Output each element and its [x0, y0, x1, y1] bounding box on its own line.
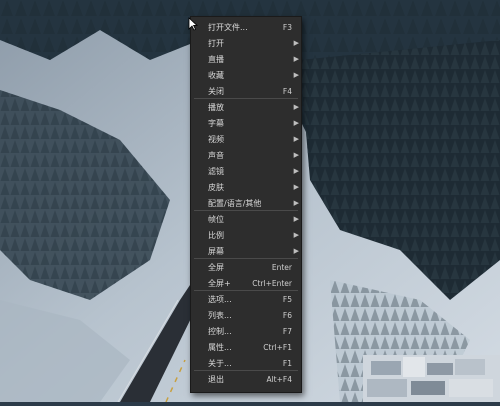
menu-item-15[interactable]: 屏幕 ▶: [191, 244, 301, 259]
context-menu: 打开文件... F3 打开 ▶ 直播 ▶ 收藏 ▶ 关闭 F4 播放 ▶ 字幕 ▶ 视频 ▶ 声音 ▶ 滤镜 ▶ 皮肤 ▶…: [190, 16, 302, 393]
submenu-arrow-icon: ▶: [293, 167, 299, 175]
menu-item-14[interactable]: 比例 ▶: [191, 228, 301, 243]
menu-item-19[interactable]: 列表... F6: [191, 308, 301, 323]
menu-item-label: 全屏+: [208, 279, 231, 288]
submenu-arrow-icon: ▶: [293, 135, 299, 143]
submenu-arrow-icon: ▶: [293, 39, 299, 47]
menu-item-11[interactable]: 皮肤 ▶: [191, 180, 301, 195]
menu-item-label: 退出: [208, 375, 224, 384]
submenu-arrow-icon: ▶: [293, 231, 299, 239]
menu-item-label: 关闭: [208, 87, 224, 96]
menu-item-label: 字幕: [208, 119, 224, 128]
separator-5: [194, 370, 298, 371]
menu-item-shortcut: F4: [282, 87, 292, 96]
separator-1: [194, 98, 298, 99]
menu-item-21[interactable]: 属性... Ctrl+F1: [191, 340, 301, 355]
mouse-cursor-icon: [188, 16, 199, 35]
menu-item-18[interactable]: 选项... F5: [191, 292, 301, 307]
menu-item-label: 配置/语言/其他: [208, 199, 262, 208]
menu-item-13[interactable]: 帧位 ▶: [191, 212, 301, 227]
menu-item-shortcut: Alt+F4: [266, 375, 292, 384]
menu-item-label: 全屏: [208, 263, 224, 272]
menu-item-label: 播放: [208, 103, 224, 112]
submenu-arrow-icon: ▶: [293, 55, 299, 63]
submenu-arrow-icon: ▶: [293, 215, 299, 223]
separator-3: [194, 258, 298, 259]
menu-item-label: 列表...: [208, 311, 232, 320]
submenu-arrow-icon: ▶: [293, 71, 299, 79]
submenu-arrow-icon: ▶: [293, 247, 299, 255]
menu-item-label: 控制...: [208, 327, 232, 336]
menu-item-label: 屏幕: [208, 247, 224, 256]
menu-item-22[interactable]: 关于... F1: [191, 356, 301, 371]
menu-item-label: 声音: [208, 151, 224, 160]
menu-item-label: 滤镜: [208, 167, 224, 176]
menu-item-shortcut: Ctrl+F1: [263, 343, 292, 352]
menu-item-label: 直播: [208, 55, 224, 64]
menu-item-shortcut: F1: [282, 359, 292, 368]
menu-item-label: 打开: [208, 39, 224, 48]
menu-item-shortcut: Ctrl+Enter: [252, 279, 292, 288]
menu-item-20[interactable]: 控制... F7: [191, 324, 301, 339]
menu-item-label: 收藏: [208, 71, 224, 80]
submenu-arrow-icon: ▶: [293, 151, 299, 159]
menu-item-17[interactable]: 全屏+ Ctrl+Enter: [191, 276, 301, 291]
menu-item-label: 帧位: [208, 215, 224, 224]
menu-item-3[interactable]: 直播 ▶: [191, 52, 301, 67]
menu-item-6[interactable]: 播放 ▶: [191, 100, 301, 115]
menu-item-label: 打开文件...: [208, 23, 248, 32]
separator-4: [194, 290, 298, 291]
menu-item-label: 比例: [208, 231, 224, 240]
menu-item-label: 皮肤: [208, 183, 224, 192]
menu-item-9[interactable]: 声音 ▶: [191, 148, 301, 163]
menu-item-4[interactable]: 收藏 ▶: [191, 68, 301, 83]
menu-item-10[interactable]: 滤镜 ▶: [191, 164, 301, 179]
menu-item-shortcut: F3: [282, 23, 292, 32]
menu-item-shortcut: Enter: [271, 263, 292, 272]
menu-item-shortcut: F6: [282, 311, 292, 320]
menu-item-2[interactable]: 打开 ▶: [191, 36, 301, 51]
menu-item-shortcut: F5: [282, 295, 292, 304]
submenu-arrow-icon: ▶: [293, 183, 299, 191]
menu-item-1[interactable]: 打开文件... F3: [191, 20, 301, 35]
separator-2: [194, 210, 298, 211]
menu-item-5[interactable]: 关闭 F4: [191, 84, 301, 99]
menu-item-16[interactable]: 全屏 Enter: [191, 260, 301, 275]
menu-item-12[interactable]: 配置/语言/其他 ▶: [191, 196, 301, 211]
menu-item-label: 选项...: [208, 295, 232, 304]
submenu-arrow-icon: ▶: [293, 103, 299, 111]
submenu-arrow-icon: ▶: [293, 119, 299, 127]
submenu-arrow-icon: ▶: [293, 199, 299, 207]
mosaic-watermark: [363, 355, 500, 402]
menu-item-label: 关于...: [208, 359, 232, 368]
menu-item-8[interactable]: 视频 ▶: [191, 132, 301, 147]
menu-item-23[interactable]: 退出 Alt+F4: [191, 372, 301, 387]
menu-item-7[interactable]: 字幕 ▶: [191, 116, 301, 131]
menu-item-shortcut: F7: [282, 327, 292, 336]
menu-item-label: 视频: [208, 135, 224, 144]
menu-item-label: 属性...: [208, 343, 232, 352]
